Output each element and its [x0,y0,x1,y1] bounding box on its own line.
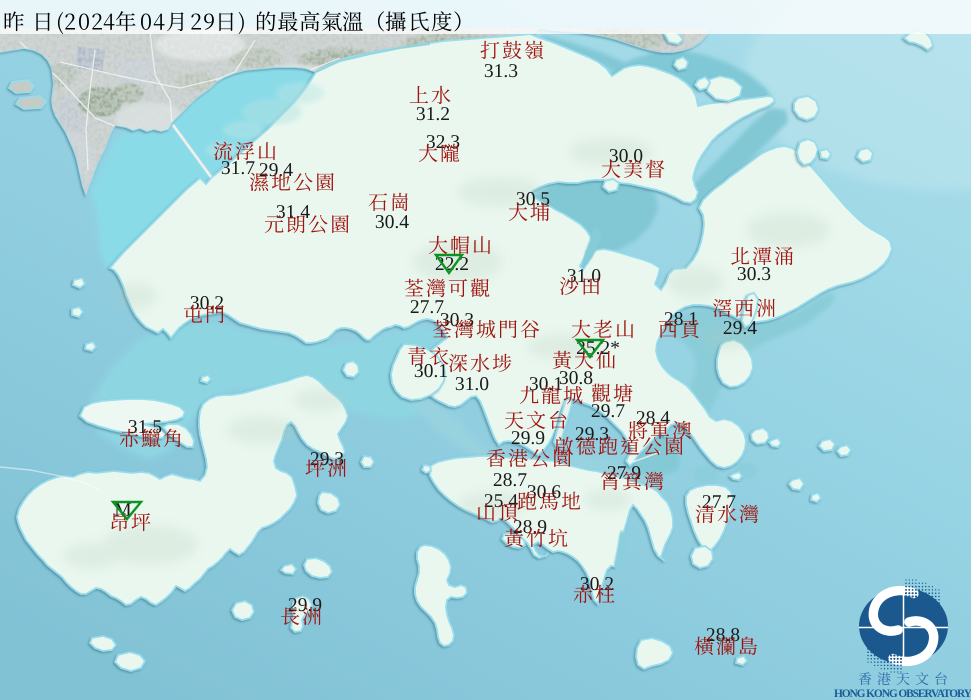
svg-text:HONG KONG OBSERVATORY: HONG KONG OBSERVATORY [834,688,971,700]
